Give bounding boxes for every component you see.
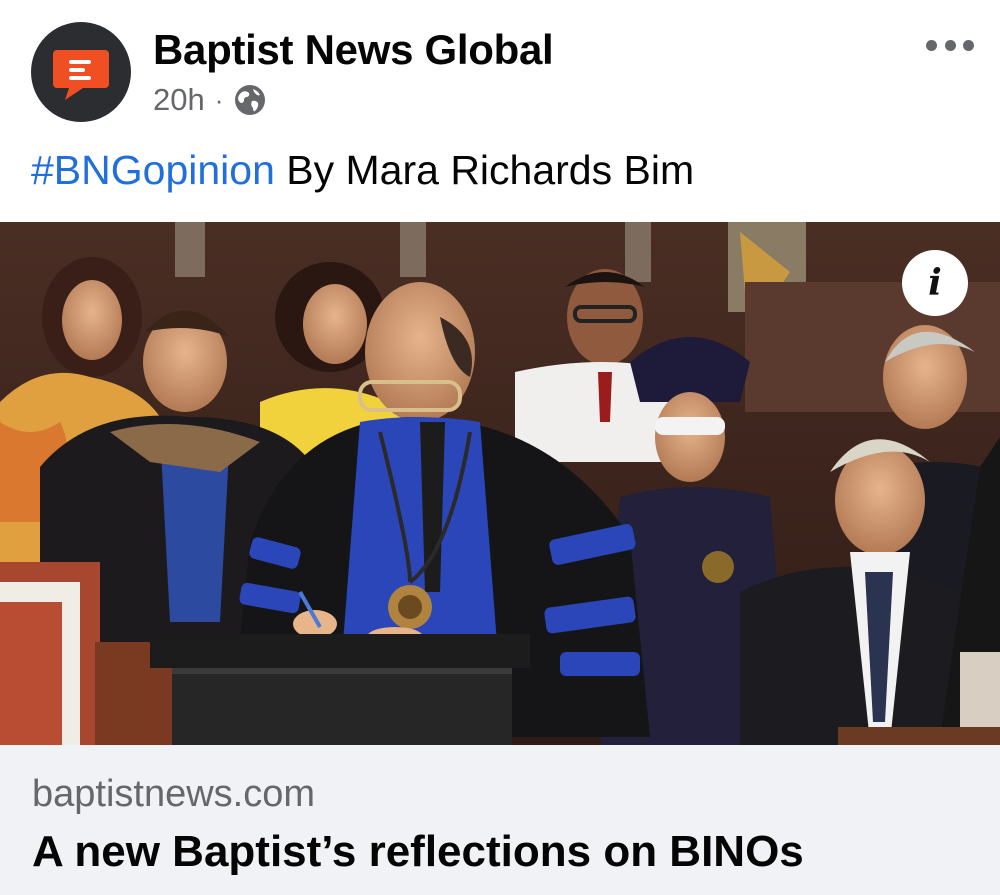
post-photo[interactable]: i [0, 222, 1000, 745]
link-domain: baptistnews.com [32, 773, 316, 815]
dot-1 [926, 39, 937, 51]
page-avatar[interactable] [31, 22, 131, 122]
link-preview-card[interactable]: baptistnews.com A new Baptist’s reflecti… [0, 745, 1000, 895]
post-header: Baptist News Global 20h · [0, 0, 1000, 140]
dot-2 [944, 39, 956, 51]
commencement-photo [0, 222, 1000, 745]
info-button[interactable]: i [902, 250, 968, 316]
page-name[interactable]: Baptist News Global [153, 26, 554, 74]
speech-bubble-logo-icon [53, 50, 109, 100]
meta-separator: · [214, 84, 224, 115]
post-meta: 20h · [153, 82, 267, 118]
post-timestamp[interactable]: 20h [153, 82, 205, 118]
hashtag-link[interactable]: #BNGopinion [31, 147, 275, 193]
post-byline: By Mara Richards Bim [274, 147, 695, 193]
post-text: #BNGopinion By Mara Richards Bim [31, 147, 694, 194]
globe-icon[interactable] [233, 83, 267, 117]
link-headline[interactable]: A new Baptist’s reflections on BINOs [32, 827, 804, 877]
more-options-button[interactable] [926, 30, 974, 60]
dot-3 [963, 39, 974, 51]
